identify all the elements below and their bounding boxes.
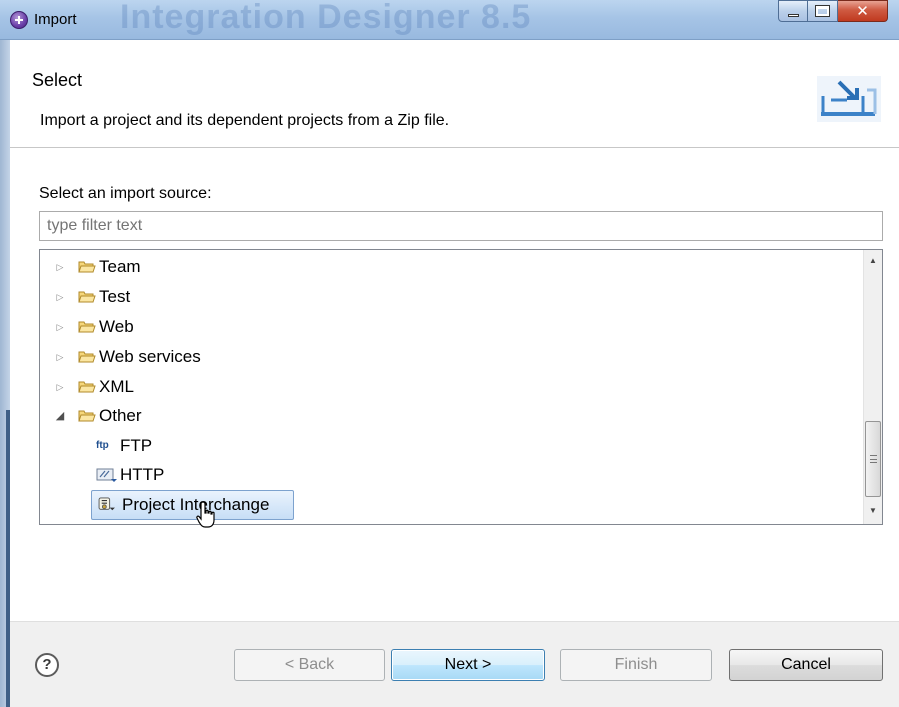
page-title: Select — [32, 70, 83, 90]
tree-item-label: HTTP — [120, 465, 165, 484]
folder-open-icon — [78, 410, 96, 422]
folder-icon — [78, 261, 96, 273]
finish-button[interactable]: Finish — [560, 649, 712, 681]
hand-cursor-icon — [196, 501, 215, 528]
collapse-arrow-icon[interactable]: ◢ — [54, 402, 66, 430]
window-frame-edge — [0, 40, 10, 707]
folder-icon — [78, 291, 96, 303]
maximize-icon — [815, 5, 830, 17]
minimize-button[interactable] — [778, 0, 808, 22]
close-icon: ✕ — [856, 2, 869, 20]
back-button[interactable]: < Back — [234, 649, 385, 681]
title-bar[interactable]: Integration Designer 8.5 Import ✕ — [0, 0, 899, 40]
scroll-up-arrow-icon[interactable]: ▲ — [864, 252, 882, 270]
page-description: Import a project and its dependent proje… — [40, 112, 450, 129]
tree-item-label: Web — [99, 317, 134, 336]
import-source-label: Select an import source: — [39, 185, 212, 202]
scrollbar-thumb[interactable] — [865, 421, 881, 497]
tree-item-label: Web services — [99, 347, 201, 366]
expand-arrow-icon[interactable]: ▷ — [54, 253, 66, 281]
window-title: Import — [34, 11, 77, 28]
expand-arrow-icon[interactable]: ▷ — [54, 343, 66, 371]
wizard-content: Select an import source: ▷ Team ▷ Test ▷… — [10, 149, 899, 621]
maximize-button[interactable] — [808, 0, 838, 22]
project-interchange-icon — [98, 497, 115, 511]
tree-scrollbar[interactable]: ▲ ▼ — [863, 250, 882, 524]
background-window-title: Integration Designer 8.5 — [120, 0, 532, 36]
scroll-down-arrow-icon[interactable]: ▼ — [864, 502, 882, 520]
minimize-icon — [788, 14, 799, 17]
expand-arrow-icon[interactable]: ▷ — [54, 313, 66, 341]
tree-item-label: Team — [99, 257, 141, 276]
tree-item-label: XML — [99, 377, 134, 396]
import-wizard-icon — [817, 76, 881, 122]
folder-icon — [78, 381, 96, 393]
wizard-header: Select Import a project and its dependen… — [10, 40, 899, 148]
help-icon: ? — [42, 656, 52, 673]
window-controls: ✕ — [778, 0, 888, 22]
folder-icon — [78, 351, 96, 363]
close-button[interactable]: ✕ — [838, 0, 888, 22]
filter-input[interactable] — [39, 211, 883, 241]
help-button[interactable]: ? — [35, 653, 59, 677]
cancel-button[interactable]: Cancel — [729, 649, 883, 681]
wizard-footer: ? < Back Next > Finish Cancel — [10, 621, 899, 707]
grip-icon — [870, 455, 877, 463]
expand-arrow-icon[interactable]: ▷ — [54, 283, 66, 311]
folder-icon — [78, 321, 96, 333]
import-source-tree[interactable]: ▷ Team ▷ Test ▷ Web ▷ Web services ▷ XML — [39, 249, 883, 525]
expand-arrow-icon[interactable]: ▷ — [54, 373, 66, 401]
app-icon[interactable] — [10, 11, 28, 29]
tree-item-label: Test — [99, 287, 131, 306]
tree-item-label: Other — [99, 406, 142, 425]
http-icon — [96, 468, 117, 482]
next-button[interactable]: Next > — [391, 649, 545, 681]
ftp-icon: ftp — [96, 440, 109, 451]
tree-item-label: FTP — [120, 436, 153, 455]
